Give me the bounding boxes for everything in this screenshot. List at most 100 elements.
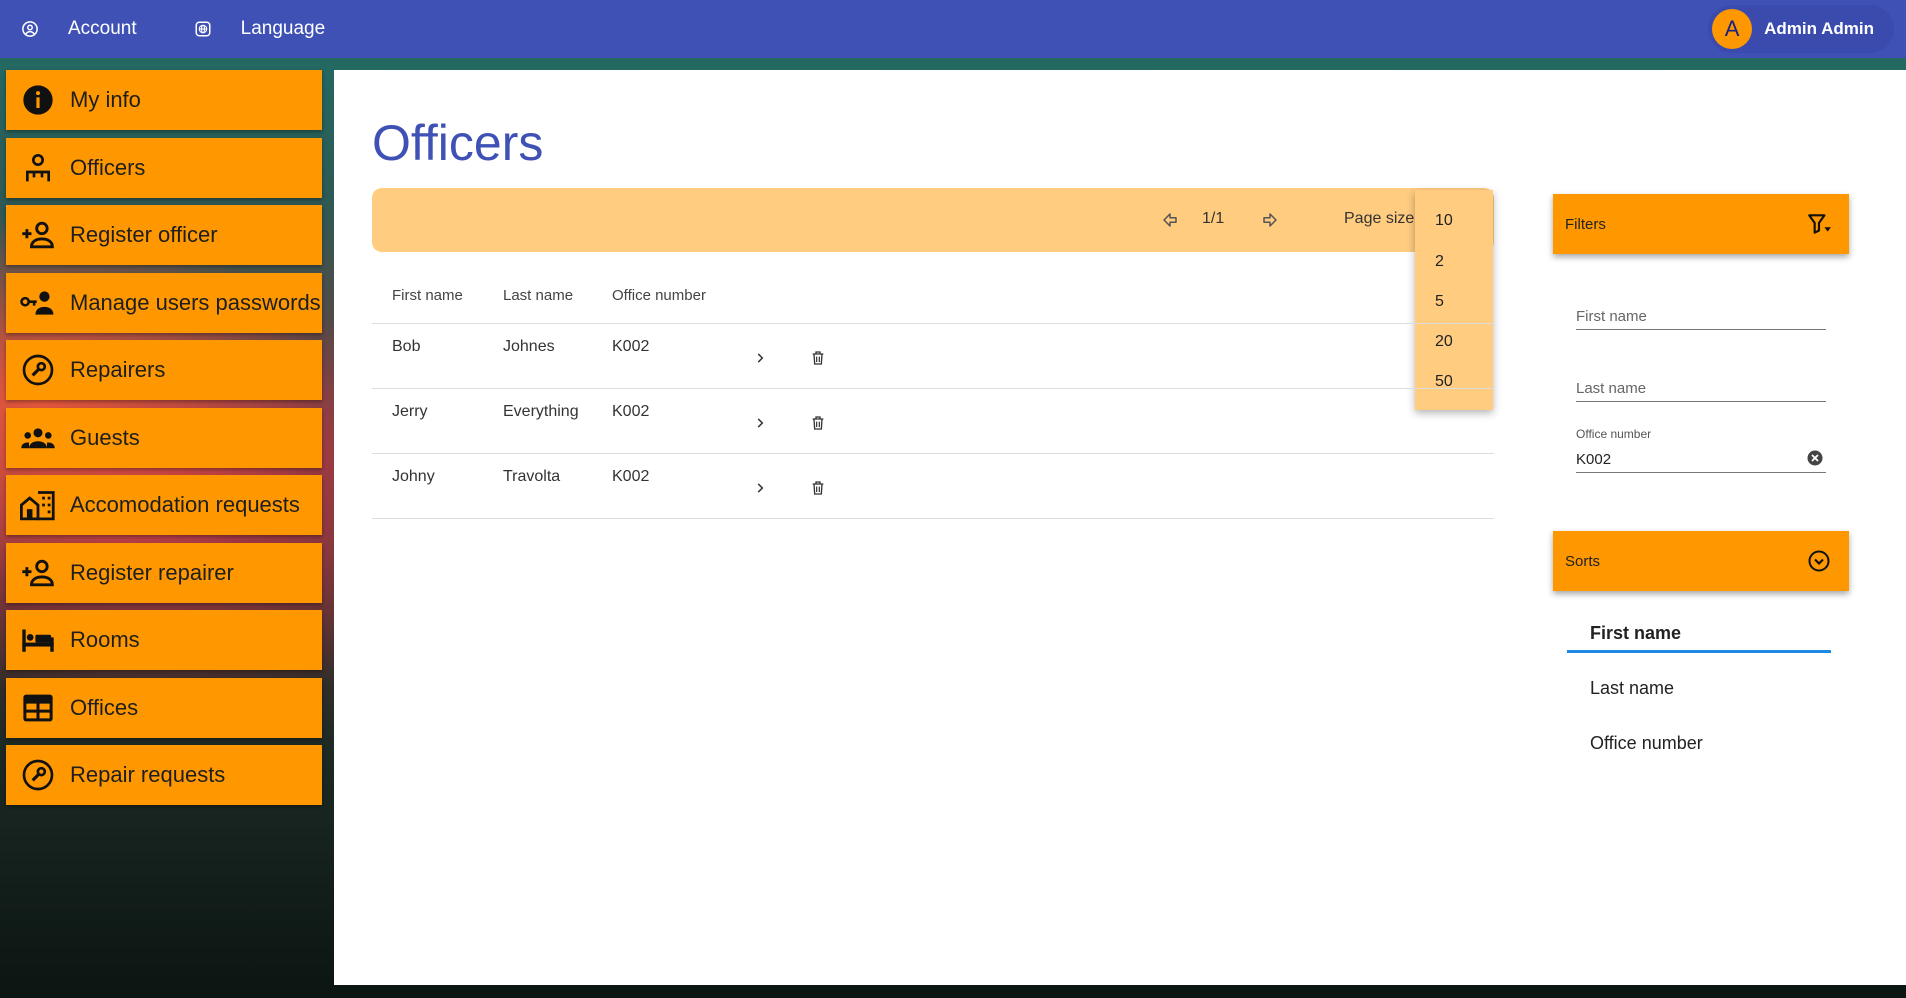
open-details-button[interactable] [748,476,772,500]
sidebar-item-register-officer[interactable]: Register officer [6,205,322,265]
info-icon [20,82,56,118]
arrow-right-icon [1263,213,1277,227]
officers-table: First name Last name Office number Bob J… [372,275,1494,519]
page-indicator: 1/1 [1202,210,1225,227]
wrench-icon [20,757,56,793]
trash-icon [812,416,824,430]
clear-filter-button[interactable] [1806,449,1826,469]
avatar: A [1712,9,1753,49]
close-circle-icon [1807,450,1823,466]
key-person-icon [20,285,56,321]
sidebar-nav: My info Officers Register officer Manage… [6,70,322,813]
sidebar-item-officers[interactable]: Officers [6,137,322,198]
delete-button[interactable] [806,346,830,370]
cell-office-number: K002 [612,403,650,420]
cell-office-number: K002 [612,338,650,355]
sidebar-item-label: My info [70,87,141,112]
page-title: Officers [372,115,544,171]
filter-icon [1805,210,1833,238]
sorts-panel-header[interactable]: Sorts [1553,531,1849,591]
filters-panel-header[interactable]: Filters [1553,194,1849,254]
cell-last-name: Everything [503,403,579,420]
bed-icon [20,622,56,658]
trash-icon [812,481,824,495]
user-name: Admin Admin [1764,19,1874,38]
language-menu-button[interactable]: Language [173,0,346,58]
arrow-left-icon [1163,213,1177,227]
cell-office-number: K002 [612,468,650,485]
language-label: Language [240,18,326,39]
sidebar-item-label: Offices [70,694,139,720]
sidebar-item-label: Accomodation requests [70,492,300,517]
prev-page-button[interactable] [1158,208,1182,232]
sort-option-last-name[interactable]: Last name [1590,678,1674,699]
sidebar-item-repairers[interactable]: Repairers [6,340,322,400]
sidebar-item-rooms[interactable]: Rooms [6,610,322,670]
sidebar-item-register-repairer[interactable]: Register repairer [6,542,322,603]
pagination-bar: 1/1 Page size: [372,188,1494,252]
page-size-option[interactable]: 2 [1435,253,1444,271]
first-name-filter-field [1576,308,1826,330]
chevron-down-circle-icon [1805,547,1833,575]
wrench-icon [20,352,56,388]
sidebar-item-label: Manage users passwords [70,289,321,315]
last-name-filter-input[interactable] [1576,380,1801,401]
sidebar-item-label: Register repairer [70,559,234,585]
page-size-option[interactable]: 10 [1435,212,1453,230]
chevron-right-icon [757,353,764,363]
chevron-right-icon [757,418,764,428]
last-name-filter-field [1576,380,1826,402]
sidebar-item-offices[interactable]: Offices [6,677,322,738]
delete-button[interactable] [806,411,830,435]
cell-last-name: Travolta [503,468,561,485]
sorts-title: Sorts [1565,552,1601,570]
top-app-bar: Account Language A Admin Admin [0,0,1906,58]
building-icon [20,487,56,523]
chevron-right-icon [757,483,764,493]
group-icon [20,420,56,456]
page-size-label: Page size: [1344,210,1419,227]
next-page-button[interactable] [1258,208,1282,232]
account-label: Account [68,18,137,39]
trash-icon [812,351,824,365]
sidebar-item-label: Repair requests [70,762,226,787]
sidebar-item-label: Register officer [70,222,218,247]
table-icon [20,690,56,726]
sidebar-item-label: Guests [70,424,140,450]
language-globe-icon [193,19,213,39]
sidebar-item-my-info[interactable]: My info [6,70,322,130]
sidebar-item-label: Rooms [70,627,140,652]
office-number-filter-field: Office number [1576,427,1826,473]
sidebar-item-guests[interactable]: Guests [6,407,322,468]
sidebar-item-label: Officers [70,154,146,180]
person-add-icon [20,555,56,591]
column-header-last-name: Last name [503,287,574,304]
filters-title: Filters [1565,215,1606,233]
column-header-office-number: Office number [612,287,706,304]
user-menu-button[interactable]: A Admin Admin [1708,5,1894,53]
cell-first-name: Jerry [392,403,428,420]
cell-last-name: Johnes [503,338,555,355]
sidebar-item-manage-users-passwords[interactable]: Manage users passwords [6,272,322,333]
cell-first-name: Johny [392,468,435,485]
table-row: Jerry Everything K002 [372,389,1494,454]
cell-first-name: Bob [392,338,421,355]
office-number-filter-input[interactable] [1576,451,1801,472]
table-row: Bob Johnes K002 [372,324,1494,389]
main-content: Officers 1/1 Page size: 10 2 5 20 50 Fir… [334,70,1906,985]
sidebar-item-repair-requests[interactable]: Repair requests [6,745,322,805]
open-details-button[interactable] [748,346,772,370]
delete-button[interactable] [806,476,830,500]
sidebar-item-label: Repairers [70,357,166,382]
sidebar-item-accomodation-requests[interactable]: Accomodation requests [6,475,322,535]
account-menu-button[interactable]: Account [0,0,157,58]
first-name-filter-input[interactable] [1576,308,1801,329]
officer-icon [20,150,56,186]
sort-option-office-number[interactable]: Office number [1590,733,1703,754]
open-details-button[interactable] [748,411,772,435]
table-row: Johny Travolta K002 [372,454,1494,519]
sort-option-first-name[interactable]: First name [1590,623,1681,644]
column-header-first-name: First name [392,287,463,304]
office-number-filter-label: Office number [1576,427,1652,441]
account-circle-icon [20,19,40,39]
